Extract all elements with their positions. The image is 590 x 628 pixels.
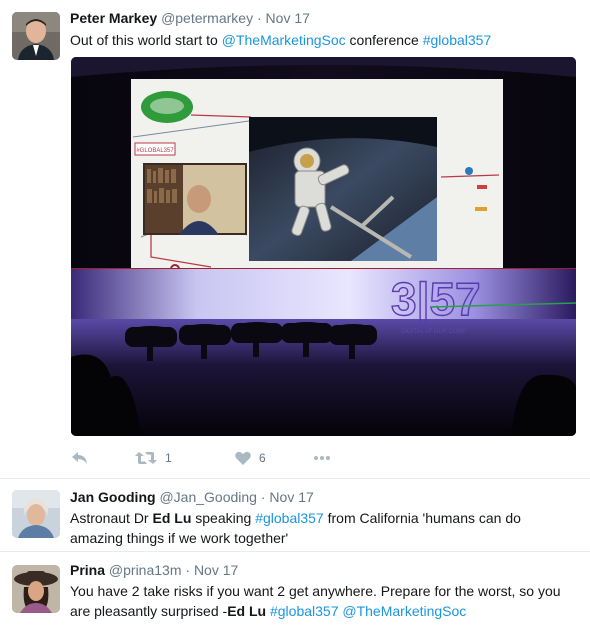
stage-tagline: DIGITAL AT OUR CORE: [401, 329, 466, 335]
separator-dot: ·: [256, 10, 262, 26]
hashtag-link[interactable]: #global357: [423, 32, 492, 48]
tweet[interactable]: Peter Markey @petermarkey · Nov 17 Out o…: [0, 0, 590, 478]
like-button[interactable]: 6: [235, 448, 266, 468]
text-segment: Astronaut Dr: [70, 510, 153, 526]
bold-name: Ed Lu: [152, 510, 192, 526]
separator-dot: ·: [260, 489, 266, 505]
like-count: 6: [259, 451, 266, 465]
avatar[interactable]: [12, 565, 60, 613]
more-icon: [314, 456, 330, 460]
heart-icon: [235, 451, 251, 465]
more-button[interactable]: [313, 448, 331, 468]
tweet-text: Out of this world start to @TheMarketing…: [70, 30, 570, 50]
author-name[interactable]: Prina: [70, 562, 105, 578]
author-name[interactable]: Peter Markey: [70, 10, 157, 26]
hashtag-link[interactable]: #global357: [255, 510, 324, 526]
author-handle[interactable]: @prina13m: [109, 562, 182, 578]
avatar[interactable]: [12, 490, 60, 538]
mention-link[interactable]: @TheMarketingSoc: [222, 32, 346, 48]
tweet[interactable]: Jan Gooding @Jan_Gooding · Nov 17 Astron…: [0, 478, 590, 551]
author-handle[interactable]: @petermarkey: [161, 10, 253, 26]
retweet-button[interactable]: 1: [135, 448, 172, 468]
text-segment: Out of this world start to: [70, 32, 222, 48]
tweet-date[interactable]: Nov 17: [194, 562, 238, 578]
stage-logo: 3|57: [391, 273, 481, 325]
tweet-actions: 1 6: [71, 448, 371, 468]
retweet-icon: [135, 452, 157, 464]
tweet-header: Prina @prina13m · Nov 17: [70, 562, 238, 578]
bold-name: Ed Lu: [227, 603, 267, 619]
author-name[interactable]: Jan Gooding: [70, 489, 156, 505]
text-segment: speaking: [191, 510, 256, 526]
text-segment: conference: [345, 32, 423, 48]
tweet-text: You have 2 take risks if you want 2 get …: [70, 581, 570, 621]
slide-badge: #GLOBAL357: [136, 148, 174, 154]
author-handle[interactable]: @Jan_Gooding: [159, 489, 257, 505]
tweet-header: Peter Markey @petermarkey · Nov 17: [70, 10, 310, 26]
reply-icon: [72, 452, 87, 464]
hashtag-link[interactable]: #global357: [270, 603, 339, 619]
tweet-text: Astronaut Dr Ed Lu speaking #global357 f…: [70, 508, 570, 548]
retweet-count: 1: [165, 451, 172, 465]
tweet-date[interactable]: Nov 17: [266, 10, 310, 26]
tweet-photo[interactable]: #GLOBAL357 3|57 DIGITAL AT OUR CORE: [71, 57, 576, 436]
separator-dot: ·: [185, 562, 191, 578]
reply-button[interactable]: [71, 448, 89, 468]
mention-link[interactable]: @TheMarketingSoc: [342, 603, 466, 619]
tweet-date[interactable]: Nov 17: [269, 489, 313, 505]
avatar[interactable]: [12, 12, 60, 60]
tweet-header: Jan Gooding @Jan_Gooding · Nov 17: [70, 489, 314, 505]
tweet[interactable]: Prina @prina13m · Nov 17 You have 2 take…: [0, 551, 590, 628]
